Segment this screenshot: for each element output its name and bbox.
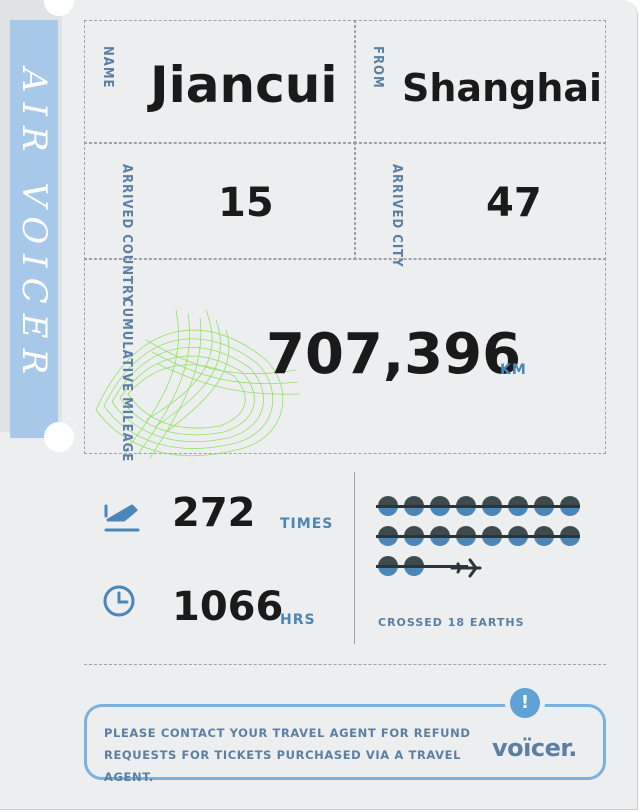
airplane-takeoff-icon: [104, 504, 140, 532]
notice-divider: [84, 664, 606, 665]
flights-count: 272: [172, 490, 256, 536]
hours-count: 1066: [172, 584, 284, 630]
earth-row-line: [376, 505, 580, 508]
earth-row-line: [376, 535, 580, 538]
clock-icon: [103, 585, 135, 617]
alert-icon: !: [510, 688, 540, 718]
airplane-icon: [450, 558, 482, 578]
mileage-value: 707,396: [266, 322, 522, 387]
mileage-label: CUMULATIVE MILEAGE: [119, 298, 134, 463]
stats-divider: [354, 472, 355, 644]
refund-notice-text: PLEASE CONTACT YOUR TRAVEL AGENT FOR REF…: [104, 722, 494, 788]
arrived-country-value: 15: [218, 180, 274, 226]
earths-caption: CROSSED 18 EARTHS: [378, 616, 525, 629]
flights-unit: TIMES: [280, 516, 334, 532]
brand-logo: voïcer.: [492, 734, 577, 762]
from-label: FROM: [370, 46, 385, 89]
hours-unit: HRS: [280, 612, 316, 628]
boarding-pass-card: AIR VOICER NAME Jiancui FROM Shanghai AR…: [0, 0, 640, 812]
notice-line-2: REQUESTS FOR TICKETS PURCHASED VIA A TRA…: [104, 748, 462, 784]
name-label: NAME: [100, 46, 115, 89]
origin-city: Shanghai: [402, 66, 603, 110]
notice-line-1: PLEASE CONTACT YOUR TRAVEL AGENT FOR REF…: [104, 726, 471, 740]
arrived-city-label: ARRIVED CITY: [389, 164, 404, 268]
arrived-city-value: 47: [486, 180, 542, 226]
mileage-unit: KM: [500, 362, 527, 378]
passenger-name: Jiancui: [150, 56, 338, 114]
